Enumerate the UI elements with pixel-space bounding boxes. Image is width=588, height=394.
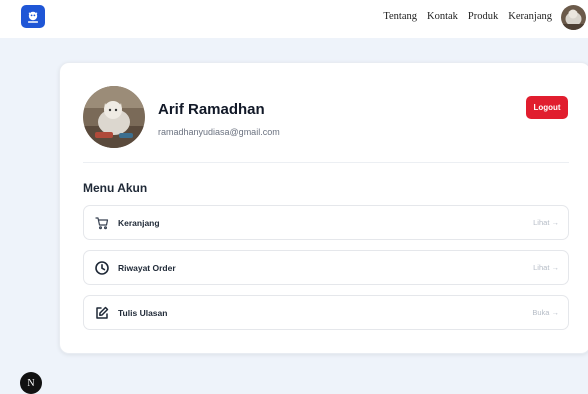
profile-avatar <box>83 86 145 148</box>
divider <box>83 162 569 163</box>
menu-title: Menu Akun <box>83 181 148 195</box>
nav-avatar[interactable] <box>561 5 586 30</box>
menu-item-action[interactable]: Lihat → <box>533 263 559 272</box>
profile-email: ramadhanyudiasa@gmail.com <box>158 127 280 137</box>
menu-item-action[interactable]: Buka → <box>532 308 559 317</box>
menu-item-label: Keranjang <box>118 218 160 228</box>
profile-card: Arif Ramadhan ramadhanyudiasa@gmail.com … <box>59 62 588 354</box>
profile-name: Arif Ramadhan <box>158 101 265 118</box>
menu-item-label: Riwayat Order <box>118 263 176 273</box>
nav-link-kontak[interactable]: Kontak <box>427 11 458 22</box>
nav-link-produk[interactable]: Produk <box>468 11 498 22</box>
menu-item-label: Tulis Ulasan <box>118 308 168 318</box>
logout-button[interactable]: Logout <box>526 96 568 119</box>
nav-link-tentang[interactable]: Tentang <box>383 11 417 22</box>
menu-item-keranjang[interactable]: Keranjang Lihat → <box>83 205 569 240</box>
menu-item-tulis-ulasan[interactable]: Tulis Ulasan Buka → <box>83 295 569 330</box>
edit-icon <box>94 305 110 321</box>
clock-icon <box>94 260 110 276</box>
app-logo-icon[interactable] <box>21 5 45 28</box>
nav-links: Tentang Kontak Produk Keranjang <box>383 11 552 22</box>
cart-icon <box>94 215 110 231</box>
nav-link-keranjang[interactable]: Keranjang <box>508 11 552 22</box>
nextjs-dev-badge[interactable]: N <box>20 372 42 394</box>
top-navbar: Tentang Kontak Produk Keranjang <box>0 0 588 38</box>
menu-item-action[interactable]: Lihat → <box>533 218 559 227</box>
menu-item-riwayat-order[interactable]: Riwayat Order Lihat → <box>83 250 569 285</box>
